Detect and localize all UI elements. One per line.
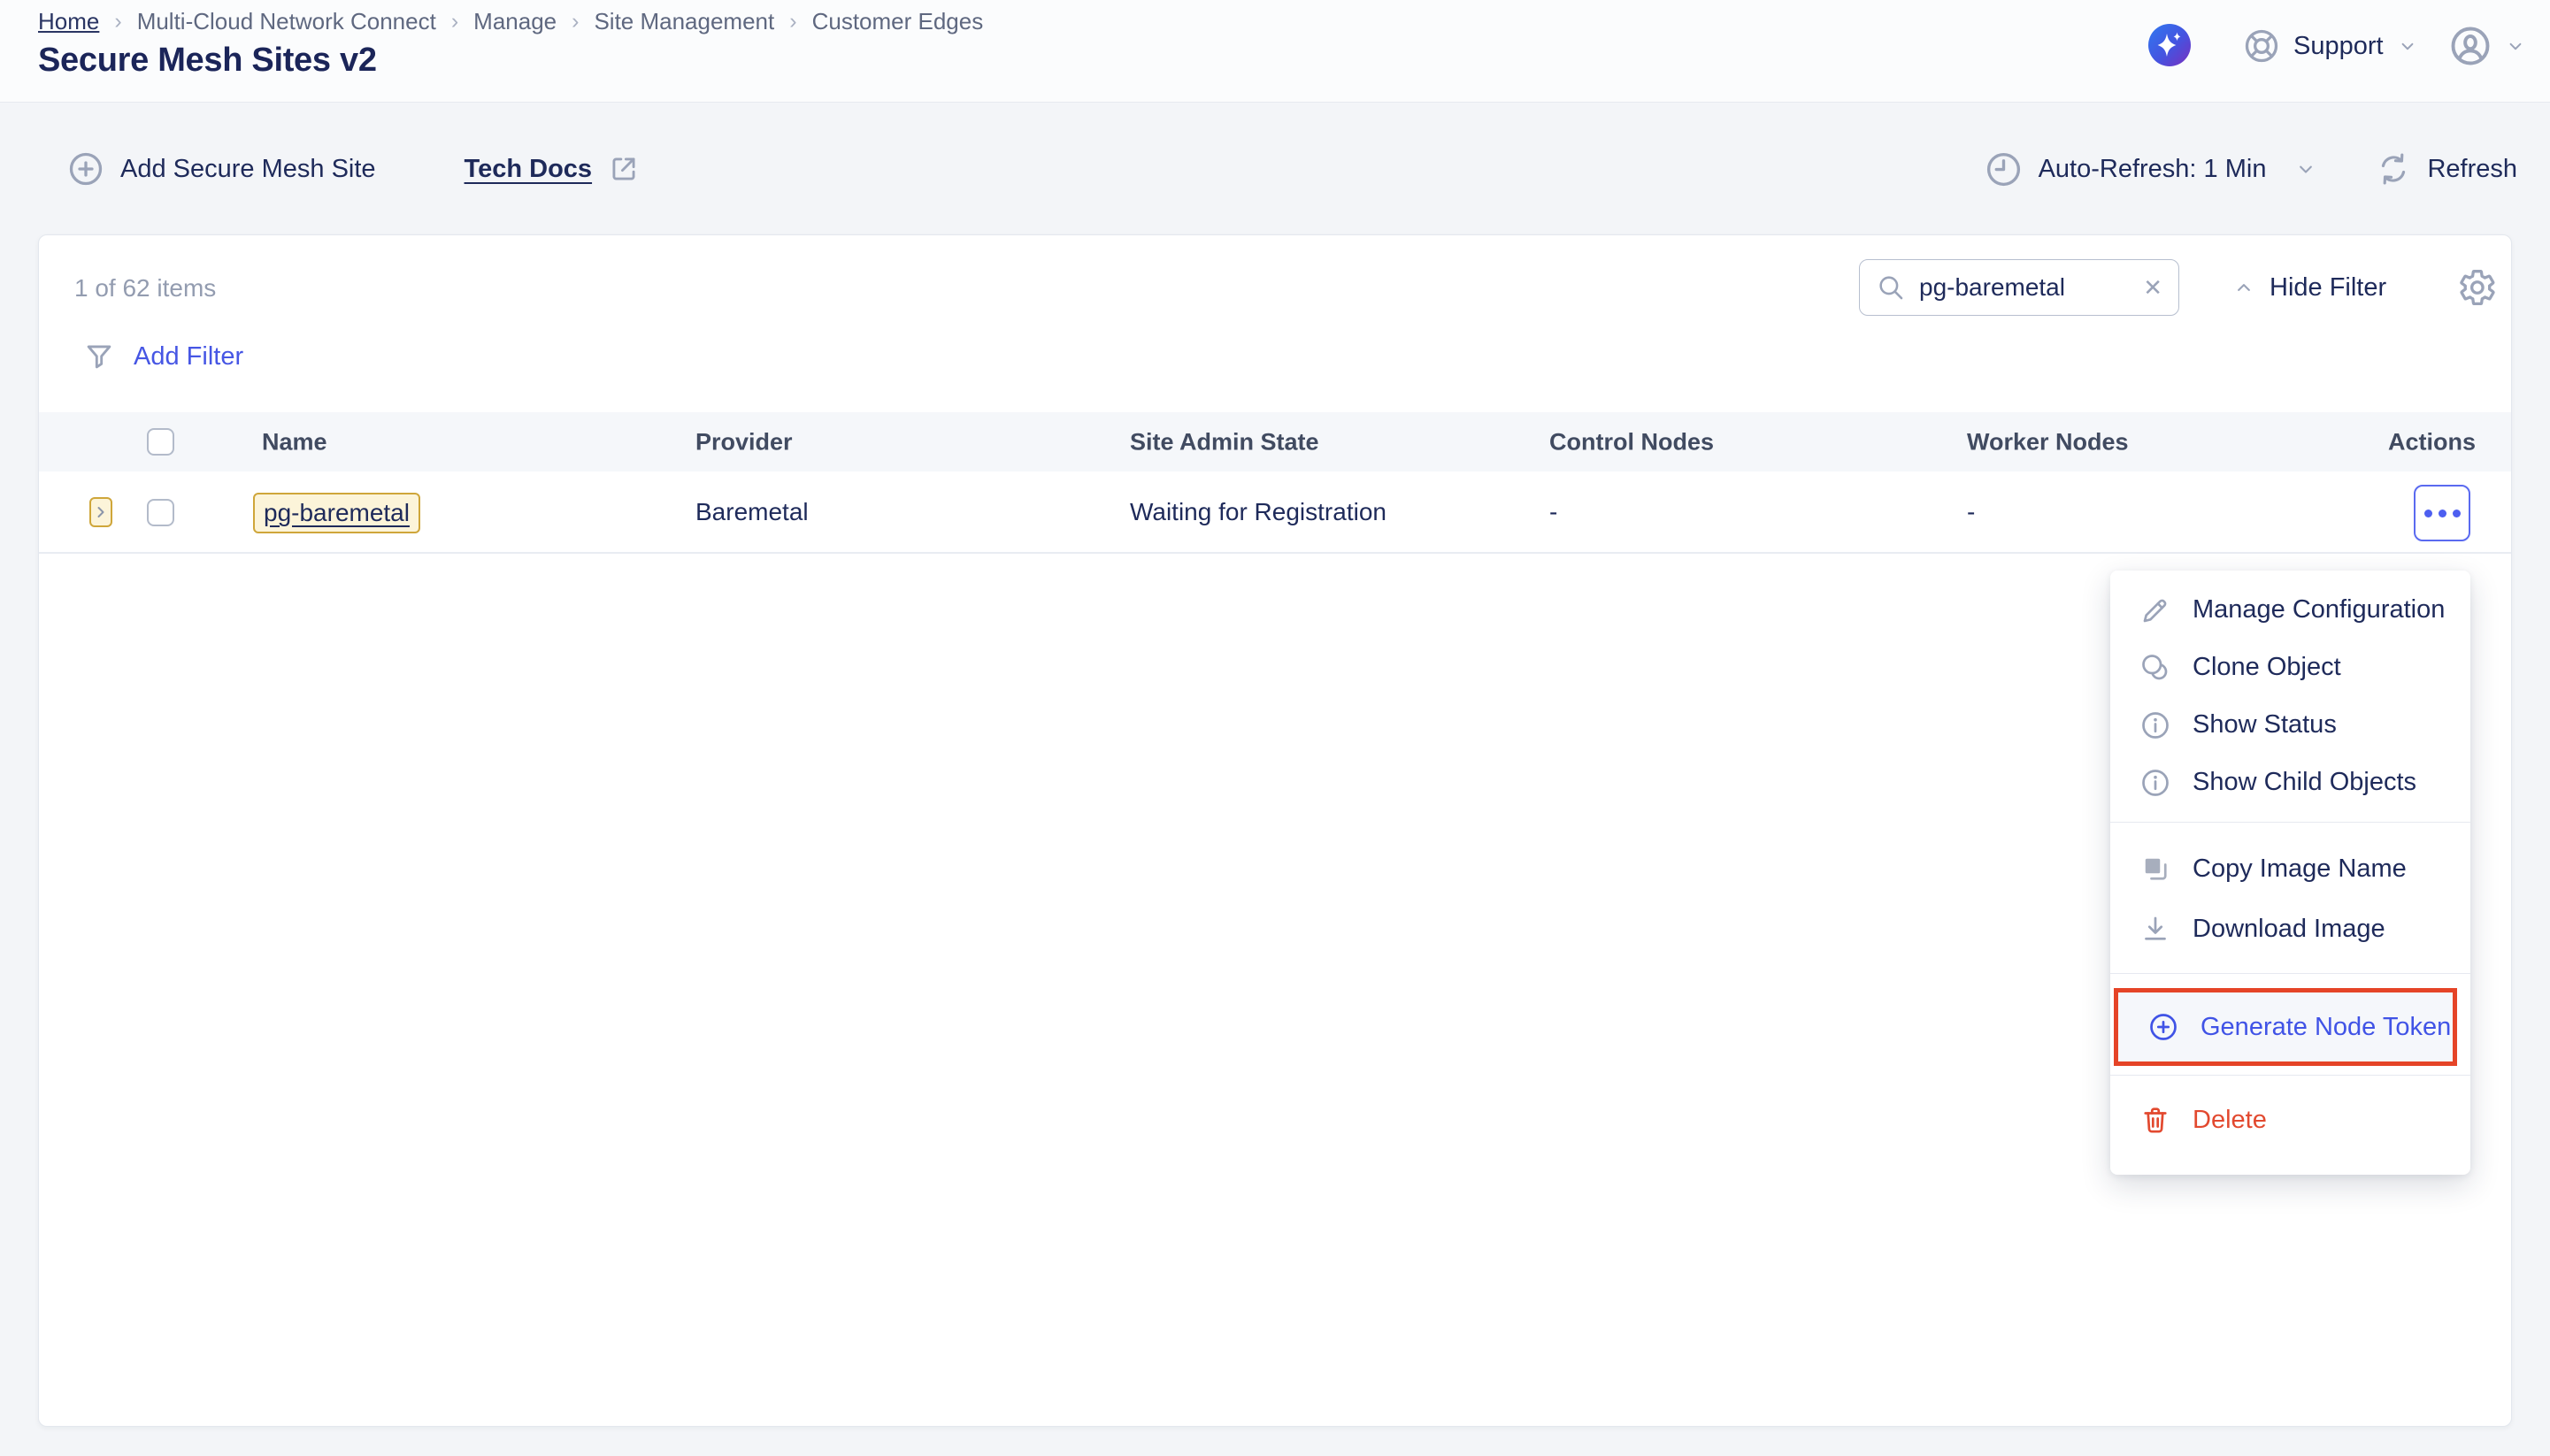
ellipsis-dot (2424, 510, 2432, 517)
menu-item-label: Delete (2193, 1106, 2267, 1135)
refresh-button[interactable]: Refresh (2375, 150, 2517, 188)
menu-item-label: Download Image (2193, 915, 2385, 944)
add-secure-mesh-site-label: Add Secure Mesh Site (120, 155, 376, 184)
top-header-bar: Home › Multi-Cloud Network Connect › Man… (0, 0, 2550, 103)
clear-search-icon[interactable]: ✕ (2143, 276, 2162, 299)
breadcrumb: Home › Multi-Cloud Network Connect › Man… (38, 8, 983, 35)
chevron-down-icon (2396, 34, 2419, 57)
menu-item-delete[interactable]: Delete (2110, 1088, 2470, 1152)
menu-item-label: Generate Node Token (2201, 1013, 2451, 1042)
column-header-control-nodes[interactable]: Control Nodes (1549, 428, 1714, 456)
row-expander-chevron[interactable] (89, 497, 112, 527)
filter-funnel-icon (82, 340, 116, 373)
breadcrumb-separator: › (787, 9, 798, 34)
clock-icon (1984, 149, 2024, 189)
download-icon (2139, 913, 2171, 945)
tech-docs-link[interactable]: Tech Docs (465, 152, 641, 186)
support-menu[interactable]: Support (2242, 21, 2419, 71)
support-label: Support (2293, 32, 2384, 61)
account-menu[interactable] (2447, 19, 2527, 73)
row-checkbox[interactable] (147, 499, 174, 526)
menu-item-manage-configuration[interactable]: Manage Configuration (2110, 581, 2470, 639)
row-actions-context-menu: Manage Configuration Clone Object Show S… (2110, 571, 2470, 1175)
ai-assistant-button[interactable] (2148, 24, 2191, 66)
breadcrumb-home[interactable]: Home (38, 8, 99, 35)
external-link-icon (607, 152, 641, 186)
page-toolbar: Add Secure Mesh Site Tech Docs Auto-Refr… (0, 103, 2550, 234)
column-header-worker-nodes[interactable]: Worker Nodes (1967, 428, 2129, 456)
menu-divider (2110, 1075, 2470, 1076)
row-worker-nodes: - (1967, 498, 1975, 526)
hide-filter-toggle[interactable]: Hide Filter (2231, 259, 2386, 316)
row-site-admin-state: Waiting for Registration (1130, 498, 1386, 526)
search-input[interactable] (1919, 273, 2130, 302)
ellipsis-dot (2439, 510, 2446, 517)
menu-item-label: Show Child Objects (2193, 768, 2416, 797)
search-icon (1876, 272, 1906, 303)
menu-item-generate-node-token[interactable]: Generate Node Token (2118, 992, 2453, 1061)
breadcrumb-separator: › (112, 9, 123, 34)
refresh-label: Refresh (2427, 155, 2517, 184)
search-box[interactable]: ✕ (1859, 259, 2179, 316)
table-row: pg-baremetal Baremetal Waiting for Regis… (39, 471, 2511, 554)
refresh-icon (2375, 150, 2412, 188)
table-header-row: Name Provider Site Admin State Control N… (39, 412, 2511, 471)
chevron-right-icon (92, 503, 110, 521)
table-settings-button[interactable] (2458, 268, 2497, 307)
page-title: Secure Mesh Sites v2 (38, 42, 377, 80)
support-lifebuoy-icon (2242, 27, 2281, 65)
add-secure-mesh-site-button[interactable]: Add Secure Mesh Site (66, 149, 376, 188)
ellipsis-dot (2453, 510, 2461, 517)
breadcrumb-separator: › (449, 9, 460, 34)
info-icon (2139, 767, 2171, 799)
column-header-actions: Actions (2388, 428, 2476, 456)
hide-filter-label: Hide Filter (2270, 273, 2386, 303)
copy-icon (2139, 853, 2171, 885)
annotation-highlight-box: Generate Node Token (2114, 988, 2457, 1066)
info-icon (2139, 709, 2171, 741)
auto-refresh-dropdown[interactable]: Auto-Refresh: 1 Min (1984, 149, 2319, 189)
menu-item-show-child-objects[interactable]: Show Child Objects (2110, 754, 2470, 811)
menu-item-download-image[interactable]: Download Image (2110, 899, 2470, 959)
menu-divider (2110, 973, 2470, 974)
plus-circle-icon (2147, 1011, 2179, 1043)
site-name-link[interactable]: pg-baremetal (264, 499, 410, 527)
gear-icon (2458, 268, 2497, 307)
pencil-icon (2139, 594, 2171, 626)
tech-docs-label: Tech Docs (465, 155, 593, 184)
chevron-up-icon (2231, 275, 2256, 300)
menu-item-show-status[interactable]: Show Status (2110, 696, 2470, 754)
clone-icon (2139, 652, 2171, 684)
chevron-down-icon (2293, 157, 2318, 181)
breadcrumb-customer-edges[interactable]: Customer Edges (812, 8, 984, 35)
breadcrumb-separator: › (570, 9, 580, 34)
column-header-site-admin-state[interactable]: Site Admin State (1130, 428, 1319, 456)
add-filter-label: Add Filter (134, 342, 243, 372)
menu-item-clone-object[interactable]: Clone Object (2110, 639, 2470, 696)
row-control-nodes: - (1549, 498, 1557, 526)
plus-circle-icon (66, 149, 105, 188)
user-avatar-icon (2447, 23, 2493, 69)
chevron-down-icon (2504, 34, 2527, 57)
menu-item-label: Show Status (2193, 710, 2337, 739)
row-actions-button[interactable] (2414, 485, 2470, 541)
select-all-checkbox[interactable] (147, 428, 174, 456)
column-header-name[interactable]: Name (262, 428, 327, 456)
menu-item-copy-image-name[interactable]: Copy Image Name (2110, 839, 2470, 899)
items-count: 1 of 62 items (74, 274, 216, 303)
breadcrumb-site-management[interactable]: Site Management (594, 8, 774, 35)
row-name-highlight: pg-baremetal (253, 493, 420, 533)
menu-item-label: Manage Configuration (2193, 595, 2445, 625)
breadcrumb-multi-cloud-network-connect[interactable]: Multi-Cloud Network Connect (137, 8, 436, 35)
auto-refresh-label: Auto-Refresh: 1 Min (2039, 155, 2267, 184)
menu-item-label: Copy Image Name (2193, 854, 2407, 884)
menu-item-label: Clone Object (2193, 653, 2341, 682)
ai-sparkle-icon (2148, 24, 2191, 66)
add-filter-button[interactable]: Add Filter (82, 333, 243, 380)
column-header-provider[interactable]: Provider (695, 428, 793, 456)
trash-icon (2139, 1104, 2171, 1136)
breadcrumb-manage[interactable]: Manage (473, 8, 557, 35)
menu-divider (2110, 822, 2470, 823)
row-provider: Baremetal (695, 498, 809, 526)
